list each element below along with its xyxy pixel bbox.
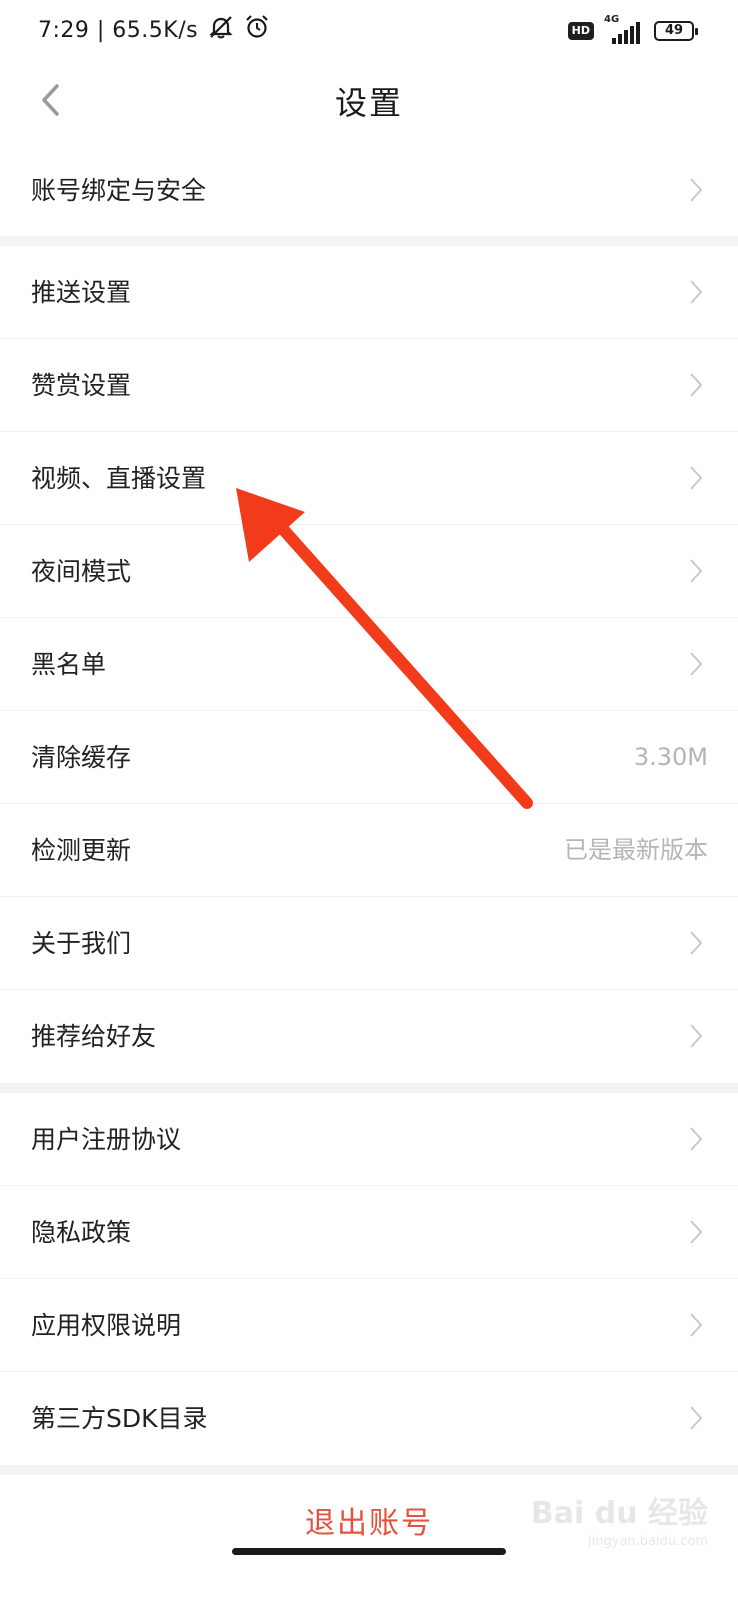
chevron-right-icon [690,466,703,490]
battery-level: 49 [664,23,684,38]
battery-icon: 49 [654,21,698,41]
baidu-jingyan-watermark: Bai du 经验 jingyan.baidu.com [531,1488,708,1549]
chevron-right-icon [690,1024,703,1048]
chevron-right-icon [690,1220,703,1244]
item-label: 第三方SDK目录 [31,1404,208,1433]
hd-badge: HD [567,22,594,40]
settings-item-user-agreement[interactable]: 用户注册协议 [0,1093,738,1186]
item-label: 账号绑定与安全 [31,176,207,205]
item-label: 隐私政策 [31,1218,132,1247]
item-label: 关于我们 [31,929,132,958]
chevron-right-icon [690,1127,703,1151]
watermark-brand: Bai du 经验 [530,1496,708,1531]
section-divider [0,1083,738,1093]
chevron-right-icon [690,280,703,304]
status-right: HD 4G 49 [567,14,698,44]
chevron-right-icon [690,931,703,955]
chevron-right-icon [690,652,703,676]
item-label: 清除缓存 [31,743,132,772]
home-indicator[interactable] [232,1548,506,1555]
settings-item-privacy-policy[interactable]: 隐私政策 [0,1186,738,1279]
settings-item-blacklist[interactable]: 黑名单 [0,618,738,711]
time-speed: 7:29 | 65.5K/s [38,17,199,43]
chevron-right-icon [690,559,703,583]
update-status: 已是最新版本 [564,836,708,864]
item-label: 视频、直播设置 [31,464,207,493]
item-label: 检测更新 [31,836,132,865]
settings-item-third-party-sdk[interactable]: 第三方SDK目录 [0,1372,738,1465]
settings-item-account-security[interactable]: 账号绑定与安全 [0,144,738,237]
chevron-right-icon [690,373,703,397]
header: 设置 [0,64,738,136]
chevron-right-icon [690,1313,703,1337]
page-title: 设置 [334,84,403,122]
item-label: 夜间模式 [31,557,132,586]
logout-label: 退出账号 [305,1506,433,1541]
item-label: 推荐给好友 [31,1022,157,1051]
item-label: 推送设置 [31,278,132,307]
settings-item-reward[interactable]: 赞赏设置 [0,339,738,432]
settings-item-permissions[interactable]: 应用权限说明 [0,1279,738,1372]
chevron-right-icon [690,1406,703,1430]
signal-icon: 4G [604,14,644,44]
settings-item-check-update[interactable]: 检测更新 已是最新版本 [0,804,738,897]
section-divider [0,1465,738,1475]
status-bar: 7:29 | 65.5K/s HD 4G 49 [0,0,738,64]
item-label: 赞赏设置 [31,371,132,400]
cache-size: 3.30M [633,743,708,771]
settings-item-push[interactable]: 推送设置 [0,246,738,339]
settings-item-about-us[interactable]: 关于我们 [0,897,738,990]
status-left: 7:29 | 65.5K/s [38,14,270,46]
section-divider [0,236,738,246]
alarm-clock-icon [244,14,270,46]
settings-item-clear-cache[interactable]: 清除缓存 3.30M [0,711,738,804]
item-label: 黑名单 [31,650,107,679]
item-label: 用户注册协议 [31,1125,182,1154]
chevron-right-icon [690,178,703,202]
settings-item-video-live[interactable]: 视频、直播设置 [0,432,738,525]
settings-item-night-mode[interactable]: 夜间模式 [0,525,738,618]
settings-item-recommend[interactable]: 推荐给好友 [0,990,738,1083]
item-label: 应用权限说明 [31,1311,182,1340]
bell-off-icon [208,14,234,46]
watermark-url: jingyan.baidu.com [588,1534,708,1549]
